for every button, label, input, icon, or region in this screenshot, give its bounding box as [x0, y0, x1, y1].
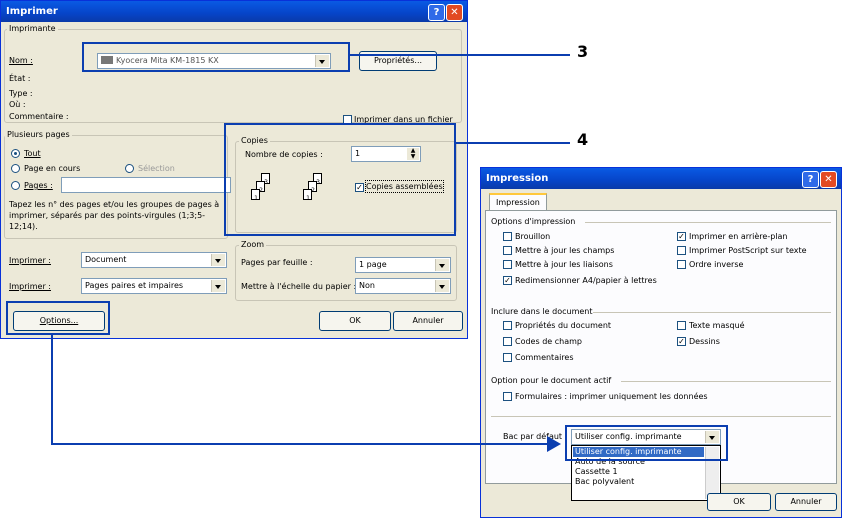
scale-label: Mettre à l'échelle du papier :: [241, 282, 357, 291]
status-label: État :: [9, 74, 31, 83]
all-radio[interactable]: [11, 149, 20, 158]
drawings-checkbox[interactable]: ✓: [677, 337, 686, 346]
print-dialog-title: Imprimer: [1, 1, 467, 22]
active-doc-group-label: Option pour le document actif: [491, 376, 612, 385]
chevron-down-icon: [211, 254, 225, 266]
draft-checkbox[interactable]: [503, 232, 512, 241]
impression-ok-button[interactable]: OK: [707, 493, 771, 511]
hidden-text-checkbox[interactable]: [677, 321, 686, 330]
highlight-options: [6, 301, 110, 335]
pages-hint: Tapez les n° des pages et/ou les groupes…: [9, 200, 220, 231]
pages-radio[interactable]: [11, 181, 20, 190]
doc-properties-label: Propriétés du document: [515, 321, 612, 330]
zoom-group-label: Zoom: [239, 240, 267, 250]
forms-only-label: Formulaires : imprimer uniquement les do…: [515, 392, 708, 401]
reverse-label: Ordre inverse: [689, 260, 744, 269]
highlight-copies: [224, 123, 456, 236]
update-fields-label: Mettre à jour les champs: [515, 246, 615, 255]
name-label: Nom :: [9, 56, 33, 65]
chevron-down-icon: [435, 259, 449, 271]
tray-option[interactable]: Cassette 1: [573, 467, 704, 477]
print-what-label: Imprimer :: [9, 256, 51, 265]
forms-only-checkbox[interactable]: [503, 392, 512, 401]
drawings-label: Dessins: [689, 337, 720, 346]
divider: [593, 312, 831, 313]
hidden-text-label: Texte masqué: [689, 321, 745, 330]
resize-checkbox[interactable]: ✓: [503, 276, 512, 285]
connector-horizontal: [51, 443, 547, 445]
arrow-head-icon: [547, 436, 561, 452]
scale-select[interactable]: Non: [355, 278, 451, 294]
postscript-label: Imprimer PostScript sur texte: [689, 246, 807, 255]
include-group-label: Inclure dans le document: [491, 307, 593, 316]
field-codes-label: Codes de champ: [515, 337, 582, 346]
field-codes-checkbox[interactable]: [503, 337, 512, 346]
print-what-value: Document: [85, 255, 127, 264]
print-what-select[interactable]: Document: [81, 252, 227, 268]
help-icon[interactable]: ?: [428, 4, 445, 21]
highlight-tray: [565, 425, 728, 461]
comments-label: Commentaires: [515, 353, 574, 362]
pages-input[interactable]: [61, 177, 231, 193]
doc-properties-checkbox[interactable]: [503, 321, 512, 330]
tray-option[interactable]: Bac polyvalent: [573, 477, 704, 487]
all-label: Tout: [24, 149, 41, 158]
print-value: Pages paires et impaires: [85, 281, 184, 290]
printer-group-label: Imprimante: [7, 24, 58, 34]
chevron-down-icon: [211, 280, 225, 292]
reverse-checkbox[interactable]: [677, 260, 686, 269]
resize-label: Redimensionner A4/papier à lettres: [515, 276, 657, 285]
pages-per-sheet-value: 1 page: [359, 260, 387, 269]
update-fields-checkbox[interactable]: [503, 246, 512, 255]
selection-radio[interactable]: [125, 164, 134, 173]
impression-dialog-title: Impression: [481, 168, 841, 189]
callout-line-3: [350, 54, 570, 56]
current-page-radio[interactable]: [11, 164, 20, 173]
chevron-down-icon: [435, 280, 449, 292]
print-select[interactable]: Pages paires et impaires: [81, 278, 227, 294]
callout-line-4: [456, 142, 570, 144]
impression-cancel-button[interactable]: Annuler: [775, 493, 837, 511]
draft-label: Brouillon: [515, 232, 551, 241]
print-options-group-label: Options d'impression: [491, 217, 576, 226]
callout-4: 4: [577, 130, 589, 149]
comments-checkbox[interactable]: [503, 353, 512, 362]
background-checkbox[interactable]: ✓: [677, 232, 686, 241]
pages-group-label: Plusieurs pages: [5, 130, 72, 140]
impression-dialog: Impression ? ✕ Impression Options d'impr…: [480, 167, 842, 518]
background-label: Imprimer en arrière-plan: [689, 232, 788, 241]
where-label: Où :: [9, 100, 26, 109]
close-icon[interactable]: ✕: [820, 171, 837, 188]
postscript-checkbox[interactable]: [677, 246, 686, 255]
pages-per-sheet-select[interactable]: 1 page: [355, 257, 451, 273]
help-icon[interactable]: ?: [802, 171, 819, 188]
pages-label: Pages :: [24, 181, 53, 190]
connector-vertical: [51, 335, 53, 445]
update-links-label: Mettre à jour les liaisons: [515, 260, 613, 269]
callout-3: 3: [577, 42, 589, 61]
update-links-checkbox[interactable]: [503, 260, 512, 269]
tab-impression[interactable]: Impression: [489, 193, 547, 211]
selection-label: Sélection: [138, 164, 175, 173]
type-label: Type :: [9, 89, 33, 98]
divider: [491, 416, 831, 417]
ok-button[interactable]: OK: [319, 311, 391, 331]
pages-per-sheet-label: Pages par feuille :: [241, 258, 313, 267]
current-page-label: Page en cours: [24, 164, 81, 173]
scale-value: Non: [359, 281, 375, 290]
comment-label: Commentaire :: [9, 112, 69, 121]
divider: [621, 381, 831, 382]
highlight-printer-name: [82, 42, 350, 72]
print-label: Imprimer :: [9, 282, 51, 291]
cancel-button[interactable]: Annuler: [393, 311, 463, 331]
close-icon[interactable]: ✕: [446, 4, 463, 21]
divider: [585, 222, 831, 223]
